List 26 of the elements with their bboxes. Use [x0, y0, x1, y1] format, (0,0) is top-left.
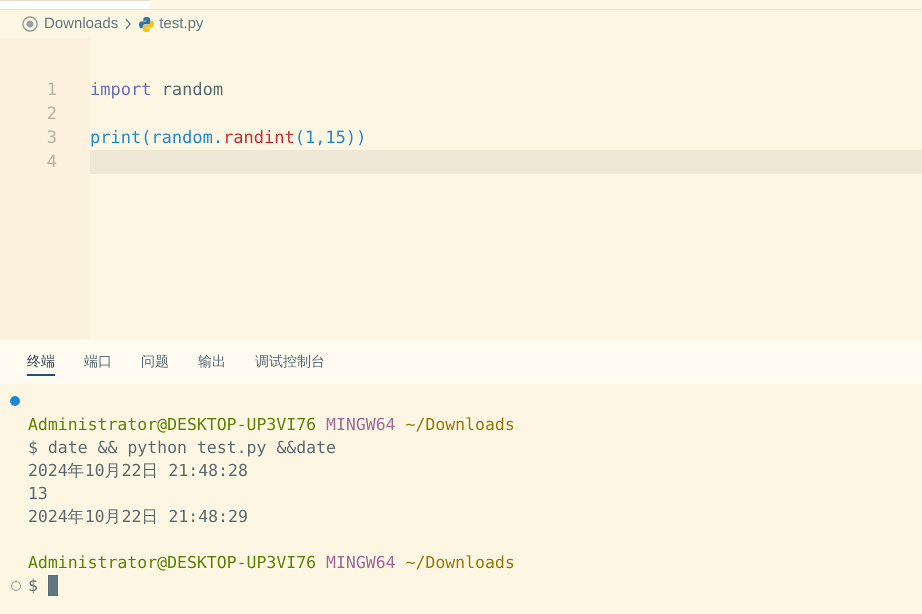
- code-line: print(random.randint(1,15)): [90, 128, 366, 148]
- command-status-icon[interactable]: [11, 581, 21, 591]
- line-number: 4: [46, 152, 57, 172]
- line-number: 3: [46, 128, 57, 148]
- line-number: 2: [46, 104, 57, 124]
- panel-tab[interactable]: 调试控制台: [255, 348, 325, 376]
- breadcrumb-item[interactable]: test.py: [159, 12, 204, 36]
- panel-tab[interactable]: 问题: [141, 348, 169, 376]
- line-number: 1: [46, 80, 57, 100]
- terminal-line: $ date && python test.py &&date: [28, 437, 336, 459]
- target-icon: [22, 16, 38, 32]
- python-icon: [138, 16, 156, 32]
- command-status-icon[interactable]: [10, 396, 20, 406]
- panel-tab[interactable]: 终端: [27, 348, 55, 376]
- terminal-line: Administrator@DESKTOP-UP3VI76 MINGW64 ~/Downloads: [28, 414, 515, 436]
- terminal-line: 13: [28, 483, 48, 505]
- code-line: import random: [90, 80, 224, 100]
- terminal-line: $: [28, 575, 38, 597]
- terminal-line: 2024年10月22日 21:48:29: [28, 506, 248, 528]
- terminal-line: 2024年10月22日 21:48:28: [28, 460, 248, 482]
- chevron-icon: [124, 18, 132, 30]
- panel-tab[interactable]: 输出: [198, 348, 226, 376]
- editor-tab[interactable]: [0, 0, 150, 9]
- panel-tab[interactable]: 端口: [84, 348, 112, 376]
- terminal-line: Administrator@DESKTOP-UP3VI76 MINGW64 ~/Downloads: [28, 552, 515, 574]
- breadcrumb-item[interactable]: Downloads: [44, 12, 118, 36]
